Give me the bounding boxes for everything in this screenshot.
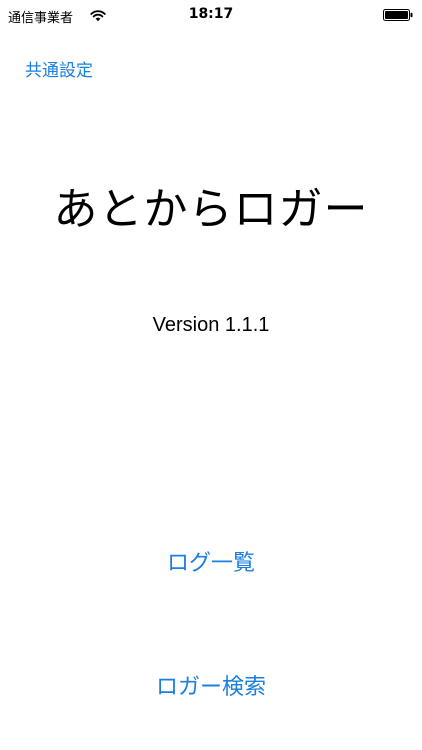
common-settings-button[interactable]: 共通設定 — [25, 56, 93, 81]
status-time: 18:17 — [188, 6, 234, 22]
status-bar: 通信事業者 18:17 — [0, 0, 422, 30]
logger-search-button[interactable]: ロガー検索 — [0, 669, 422, 701]
version-label: Version 1.1.1 — [152, 314, 270, 336]
app-title: あとからロガー — [53, 184, 369, 235]
app-screen: 通信事業者 18:17 共通設定 あとからロガー Version 1.1.1 ロ… — [0, 0, 422, 750]
log-list-button[interactable]: ログ一覧 — [0, 545, 422, 577]
battery-full-icon — [383, 9, 413, 21]
